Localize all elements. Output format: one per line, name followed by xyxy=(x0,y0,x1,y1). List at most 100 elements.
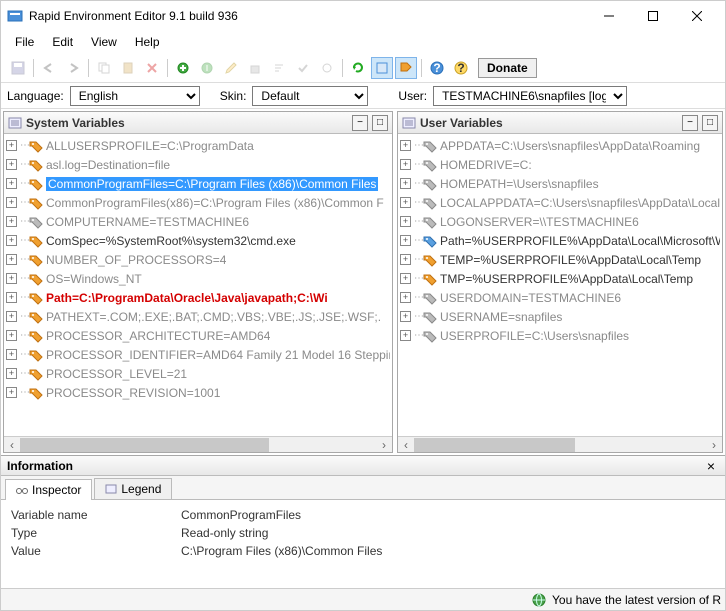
system-tree[interactable]: +⋯ALLUSERSPROFILE=C:\ProgramData+⋯asl.lo… xyxy=(4,134,392,436)
expander-icon[interactable]: + xyxy=(400,330,411,341)
expander-icon[interactable]: + xyxy=(6,197,17,208)
tool-icon[interactable] xyxy=(316,57,338,79)
tree-row[interactable]: +⋯USERPROFILE=C:\Users\snapfiles xyxy=(398,326,722,345)
menu-edit[interactable]: Edit xyxy=(44,33,81,51)
expander-icon[interactable]: + xyxy=(6,368,17,379)
expander-icon[interactable]: + xyxy=(400,292,411,303)
expander-icon[interactable]: + xyxy=(400,216,411,227)
user-tree[interactable]: +⋯APPDATA=C:\Users\snapfiles\AppData\Roa… xyxy=(398,134,722,436)
expander-icon[interactable]: + xyxy=(400,197,411,208)
delete-icon[interactable] xyxy=(141,57,163,79)
tree-row[interactable]: +⋯TMP=%USERPROFILE%\AppData\Local\Temp xyxy=(398,269,722,288)
redo-icon[interactable] xyxy=(62,57,84,79)
expander-icon[interactable]: + xyxy=(6,292,17,303)
tree-row[interactable]: +⋯CommonProgramFiles=C:\Program Files (x… xyxy=(4,174,392,193)
horizontal-scrollbar[interactable]: ‹ › xyxy=(4,436,392,452)
save-icon[interactable] xyxy=(7,57,29,79)
tag-icon xyxy=(423,139,437,153)
close-button[interactable] xyxy=(675,2,719,30)
expander-icon[interactable]: + xyxy=(6,330,17,341)
menu-view[interactable]: View xyxy=(83,33,125,51)
expander-icon[interactable]: + xyxy=(6,387,17,398)
sort-icon[interactable] xyxy=(268,57,290,79)
expander-icon[interactable]: + xyxy=(6,254,17,265)
skin-select[interactable]: Default xyxy=(252,86,368,106)
copy-icon[interactable] xyxy=(93,57,115,79)
variable-label: NUMBER_OF_PROCESSORS=4 xyxy=(46,253,226,267)
info-close-button[interactable]: × xyxy=(703,458,719,474)
collapse-button[interactable]: − xyxy=(682,115,698,131)
tree-row[interactable]: +⋯TEMP=%USERPROFILE%\AppData\Local\Temp xyxy=(398,250,722,269)
undo-icon[interactable] xyxy=(38,57,60,79)
add-value-icon[interactable] xyxy=(196,57,218,79)
tag-icon xyxy=(29,386,43,400)
scroll-right-icon[interactable]: › xyxy=(706,438,722,452)
expander-icon[interactable]: + xyxy=(400,311,411,322)
menu-help[interactable]: Help xyxy=(127,33,168,51)
scroll-left-icon[interactable]: ‹ xyxy=(398,438,414,452)
add-variable-icon[interactable] xyxy=(172,57,194,79)
tree-row[interactable]: +⋯USERNAME=snapfiles xyxy=(398,307,722,326)
expander-icon[interactable]: + xyxy=(6,159,17,170)
expander-icon[interactable]: + xyxy=(400,140,411,151)
tree-row[interactable]: +⋯OS=Windows_NT xyxy=(4,269,392,288)
tree-row[interactable]: +⋯PATHEXT=.COM;.EXE;.BAT;.CMD;.VBS;.VBE;… xyxy=(4,307,392,326)
tab-inspector[interactable]: Inspector xyxy=(5,479,92,500)
donate-button[interactable]: Donate xyxy=(478,58,537,78)
tree-row[interactable]: +⋯PROCESSOR_IDENTIFIER=AMD64 Family 21 M… xyxy=(4,345,392,364)
expand-button[interactable]: □ xyxy=(372,115,388,131)
expander-icon[interactable]: + xyxy=(400,273,411,284)
refresh-icon[interactable] xyxy=(347,57,369,79)
expander-icon[interactable]: + xyxy=(6,140,17,151)
expander-icon[interactable]: + xyxy=(6,235,17,246)
collapse-button[interactable]: − xyxy=(352,115,368,131)
expander-icon[interactable]: + xyxy=(6,216,17,227)
tree-row[interactable]: +⋯PROCESSOR_LEVEL=21 xyxy=(4,364,392,383)
horizontal-scrollbar[interactable]: ‹ › xyxy=(398,436,722,452)
expand-button[interactable]: □ xyxy=(702,115,718,131)
tag-filter-icon[interactable] xyxy=(395,57,417,79)
edit-icon[interactable] xyxy=(220,57,242,79)
tree-row[interactable]: +⋯CommonProgramFiles(x86)=C:\Program Fil… xyxy=(4,193,392,212)
variable-label: LOCALAPPDATA=C:\Users\snapfiles\AppData\… xyxy=(440,196,720,210)
help-icon[interactable]: ? xyxy=(426,57,448,79)
tree-row[interactable]: +⋯APPDATA=C:\Users\snapfiles\AppData\Roa… xyxy=(398,136,722,155)
tree-row[interactable]: +⋯asl.log=Destination=file xyxy=(4,155,392,174)
tree-row[interactable]: +⋯USERDOMAIN=TESTMACHINE6 xyxy=(398,288,722,307)
maximize-button[interactable] xyxy=(631,2,675,30)
tab-legend[interactable]: Legend xyxy=(94,478,172,499)
expander-icon[interactable]: + xyxy=(400,178,411,189)
tree-row[interactable]: +⋯PROCESSOR_ARCHITECTURE=AMD64 xyxy=(4,326,392,345)
tree-row[interactable]: +⋯Path=C:\ProgramData\Oracle\Java\javapa… xyxy=(4,288,392,307)
check-icon[interactable] xyxy=(292,57,314,79)
expander-icon[interactable]: + xyxy=(400,159,411,170)
tree-row[interactable]: +⋯ALLUSERSPROFILE=C:\ProgramData xyxy=(4,136,392,155)
tree-row[interactable]: +⋯LOCALAPPDATA=C:\Users\snapfiles\AppDat… xyxy=(398,193,722,212)
language-select[interactable]: English xyxy=(70,86,200,106)
minimize-button[interactable] xyxy=(587,2,631,30)
expander-icon[interactable]: + xyxy=(6,311,17,322)
scroll-right-icon[interactable]: › xyxy=(376,438,392,452)
expander-icon[interactable]: + xyxy=(400,235,411,246)
scroll-left-icon[interactable]: ‹ xyxy=(4,438,20,452)
tree-row[interactable]: +⋯HOMEPATH=\Users\snapfiles xyxy=(398,174,722,193)
expander-icon[interactable]: + xyxy=(6,178,17,189)
user-select[interactable]: TESTMACHINE6\snapfiles [logge xyxy=(433,86,627,106)
expander-icon[interactable]: + xyxy=(6,273,17,284)
paste-icon[interactable] xyxy=(117,57,139,79)
toolbar-separator xyxy=(88,59,89,77)
tree-row[interactable]: +⋯PROCESSOR_REVISION=1001 xyxy=(4,383,392,402)
filter-icon[interactable] xyxy=(371,57,393,79)
tree-row[interactable]: +⋯LOGONSERVER=\\TESTMACHINE6 xyxy=(398,212,722,231)
expander-icon[interactable]: + xyxy=(6,349,17,360)
tree-row[interactable]: +⋯Path=%USERPROFILE%\AppData\Local\Micro… xyxy=(398,231,722,250)
about-icon[interactable]: ? xyxy=(450,57,472,79)
tree-row[interactable]: +⋯COMPUTERNAME=TESTMACHINE6 xyxy=(4,212,392,231)
expander-icon[interactable]: + xyxy=(400,254,411,265)
tree-row[interactable]: +⋯NUMBER_OF_PROCESSORS=4 xyxy=(4,250,392,269)
variable-label: LOGONSERVER=\\TESTMACHINE6 xyxy=(440,215,639,229)
tree-row[interactable]: +⋯ComSpec=%SystemRoot%\system32\cmd.exe xyxy=(4,231,392,250)
clean-icon[interactable] xyxy=(244,57,266,79)
tree-row[interactable]: +⋯HOMEDRIVE=C: xyxy=(398,155,722,174)
menu-file[interactable]: File xyxy=(7,33,42,51)
